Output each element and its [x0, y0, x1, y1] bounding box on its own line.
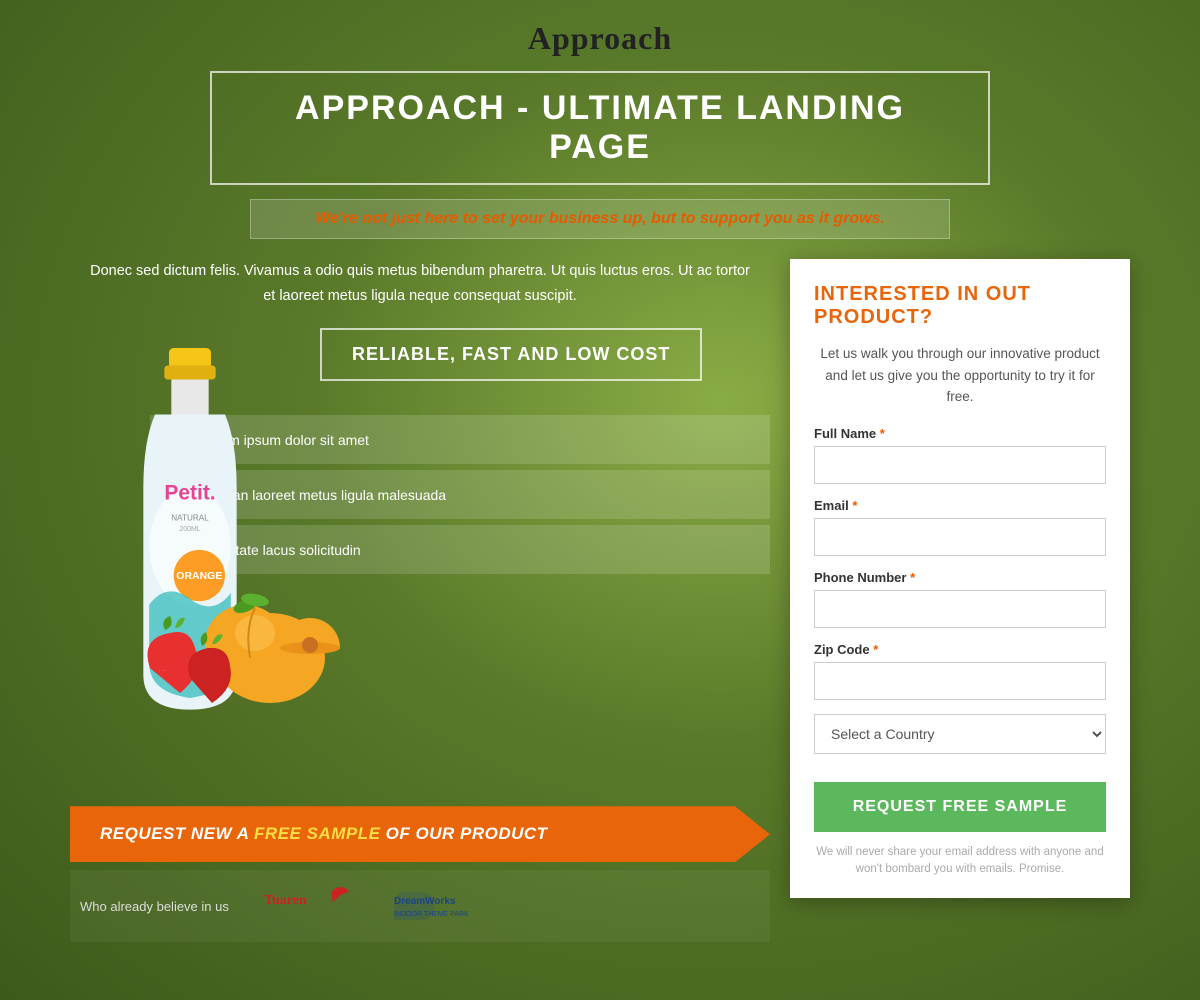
svg-text:NATURAL: NATURAL: [171, 514, 209, 523]
hero-subtitle-box: We're not just here to set your business…: [250, 199, 950, 239]
form-disclaimer: We will never share your email address w…: [814, 844, 1106, 879]
site-logo: Approach: [70, 10, 1130, 65]
svg-text:200ML: 200ML: [179, 526, 200, 533]
main-content: Donec sed dictum felis. Vivamus a odio q…: [70, 259, 1130, 942]
form-title: INTERESTED IN OUT PRODUCT?: [814, 283, 1106, 329]
banner-suffix: OF OUR PRODUCT: [380, 824, 547, 843]
right-column: INTERESTED IN OUT PRODUCT? Let us walk y…: [790, 259, 1130, 898]
full-name-group: Full Name *: [814, 426, 1106, 484]
full-name-input[interactable]: [814, 446, 1106, 484]
banner-highlight: FREE SAMPLE: [254, 824, 380, 843]
email-label: Email *: [814, 498, 1106, 513]
hero-subtitle: We're not just here to set your business…: [271, 210, 929, 228]
full-name-label: Full Name *: [814, 426, 1106, 441]
zip-label: Zip Code *: [814, 642, 1106, 657]
svg-text:DreamWorks: DreamWorks: [394, 896, 456, 907]
page-title: APPROACH - ULTIMATE LANDING PAGE: [242, 89, 958, 167]
cta-button-label: RELIABLE, FAST AND LOW COST: [352, 344, 670, 364]
phone-input[interactable]: [814, 590, 1106, 628]
signup-form-card: INTERESTED IN OUT PRODUCT? Let us walk y…: [790, 259, 1130, 898]
left-column: Donec sed dictum felis. Vivamus a odio q…: [70, 259, 770, 942]
submit-button[interactable]: REQUEST FREE SAMPLE: [814, 782, 1106, 832]
form-intro: Let us walk you through our innovative p…: [814, 343, 1106, 408]
zip-input[interactable]: [814, 662, 1106, 700]
phone-group: Phone Number *: [814, 570, 1106, 628]
hero-description: Donec sed dictum felis. Vivamus a odio q…: [70, 259, 770, 308]
required-marker-zip: *: [873, 642, 878, 657]
required-marker: *: [880, 426, 885, 441]
svg-text:Petit.: Petit.: [164, 482, 215, 505]
email-input[interactable]: [814, 518, 1106, 556]
brands-label: Who already believe in us: [80, 899, 229, 914]
hero-title-box: APPROACH - ULTIMATE LANDING PAGE: [210, 71, 990, 185]
email-group: Email *: [814, 498, 1106, 556]
country-group: Select a Country United States United Ki…: [814, 714, 1106, 754]
brands-section: Who already believe in us Tuaren DreamWo…: [70, 870, 770, 942]
free-sample-banner: REQUEST NEW A FREE SAMPLE OF OUR PRODUCT: [70, 806, 770, 862]
banner-prefix: REQUEST NEW A: [100, 824, 254, 843]
zip-group: Zip Code *: [814, 642, 1106, 700]
phone-label: Phone Number *: [814, 570, 1106, 585]
svg-text:Tuaren: Tuaren: [264, 893, 307, 908]
brand-dreamworks: DreamWorks INDOOR THEME PARK: [389, 886, 499, 926]
country-select[interactable]: Select a Country United States United Ki…: [814, 714, 1106, 754]
required-marker-phone: *: [910, 570, 915, 585]
svg-text:INDOOR THEME PARK: INDOOR THEME PARK: [394, 911, 469, 918]
logo-text: Approach: [528, 20, 672, 56]
banner-text: REQUEST NEW A FREE SAMPLE OF OUR PRODUCT: [100, 824, 548, 844]
cta-button[interactable]: RELIABLE, FAST AND LOW COST: [320, 328, 702, 381]
brand-tuaren: Tuaren: [259, 886, 359, 926]
fruits-decoration: ···: [90, 548, 390, 708]
required-marker-email: *: [852, 498, 857, 513]
product-area: Petit. NATURAL 200ML ORANGE: [70, 328, 770, 788]
svg-text:···: ···: [158, 666, 166, 675]
